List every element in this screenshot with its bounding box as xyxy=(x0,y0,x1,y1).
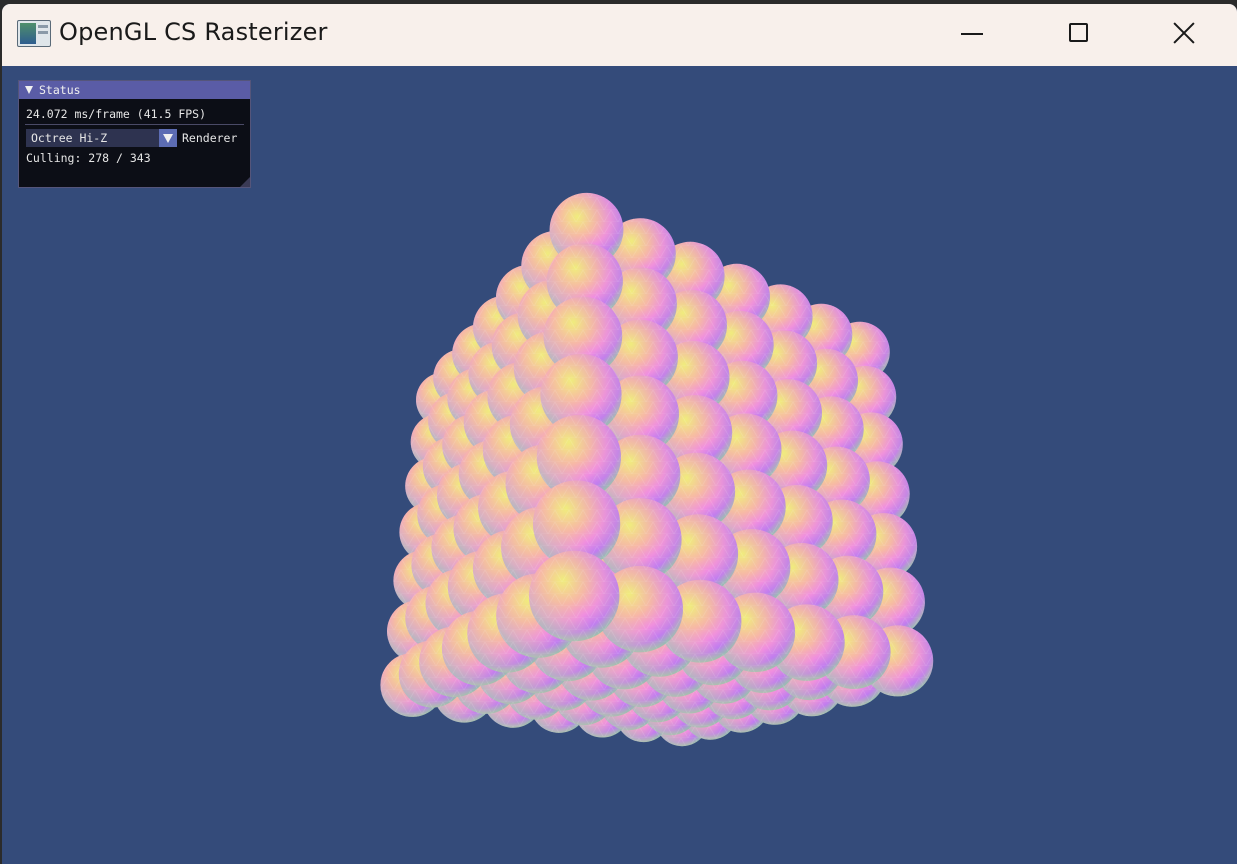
sphere xyxy=(529,550,620,642)
minimize-button[interactable] xyxy=(920,4,1024,66)
status-panel-title: Status xyxy=(39,83,81,97)
renderer-label: Renderer xyxy=(182,131,238,145)
resize-grip[interactable] xyxy=(240,177,250,187)
divider xyxy=(25,124,244,125)
renderer-select[interactable]: Octree Hi-Z xyxy=(26,129,177,147)
close-button[interactable] xyxy=(1132,4,1236,66)
status-panel[interactable]: Status 24.072 ms/frame (41.5 FPS) Octree… xyxy=(18,80,251,188)
chevron-down-icon xyxy=(163,133,173,143)
status-panel-header[interactable]: Status xyxy=(19,81,250,99)
close-icon xyxy=(1172,21,1196,45)
window-title: OpenGL CS Rasterizer xyxy=(59,18,328,46)
app-icon[interactable] xyxy=(17,20,51,47)
maximize-icon xyxy=(1068,23,1088,42)
dropdown-button[interactable] xyxy=(159,129,177,147)
collapse-arrow-icon[interactable] xyxy=(25,86,33,94)
render-viewport[interactable]: Status 24.072 ms/frame (41.5 FPS) Octree… xyxy=(2,66,1237,864)
culling-text: Culling: 278 / 343 xyxy=(26,151,151,165)
maximize-button[interactable] xyxy=(1026,4,1130,66)
title-bar[interactable]: OpenGL CS Rasterizer xyxy=(2,4,1237,66)
frame-time-text: 24.072 ms/frame (41.5 FPS) xyxy=(26,107,207,121)
minimize-icon xyxy=(961,32,983,35)
application-window: OpenGL CS Rasterizer Status 24.072 ms/fr… xyxy=(2,4,1237,864)
renderer-select-value: Octree Hi-Z xyxy=(31,131,108,145)
